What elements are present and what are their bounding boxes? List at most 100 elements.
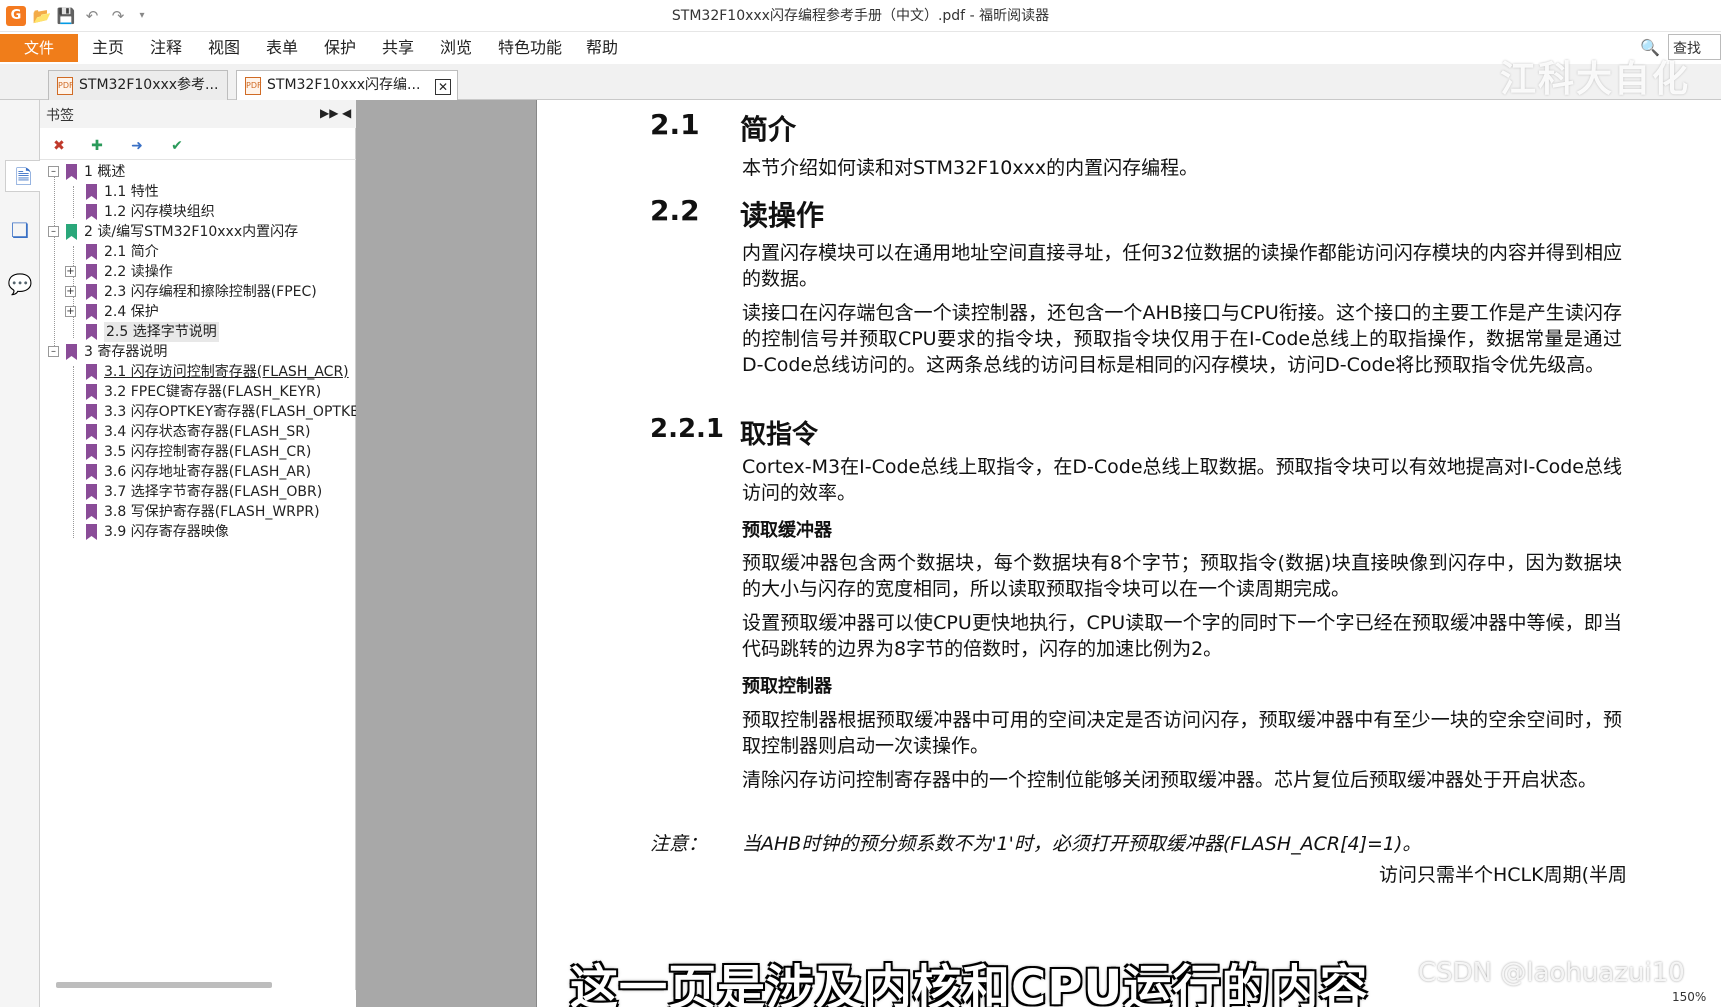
menu-view[interactable]: 视图 <box>208 34 240 62</box>
comments-panel-icon[interactable]: 💬 <box>5 268 35 300</box>
bookmark-label: 2.1 简介 <box>104 244 159 260</box>
expand-toggle[interactable]: + <box>65 266 76 277</box>
paragraph-fragment: 访问只需半个HCLK周期(半周 <box>1378 864 1627 886</box>
bookmark-icon <box>86 504 97 520</box>
collapse-toggle[interactable]: – <box>48 166 59 177</box>
section-title: 简介 <box>740 113 797 146</box>
expand-panel-icon[interactable]: ▶▶ <box>320 106 338 120</box>
expand-toggle[interactable]: + <box>65 306 76 317</box>
note-label: 注意： <box>650 833 708 855</box>
bookmark-icon <box>86 524 97 540</box>
menu-home[interactable]: 主页 <box>92 34 124 62</box>
pdf-page: 2.1 简介 本节介绍如何读和对STM32F10xxx的内置闪存编程。 2.2 … <box>536 100 1721 1007</box>
tree-connector <box>73 186 74 218</box>
bookmark-label: 3.1 闪存访问控制寄存器(FLASH_ACR) <box>104 364 349 380</box>
menu-comment[interactable]: 注释 <box>150 34 182 62</box>
bookmark-label: 3.5 闪存控制寄存器(FLASH_CR) <box>104 444 312 460</box>
bookmark-icon <box>86 444 97 460</box>
close-tab-icon[interactable]: ✕ <box>435 79 451 95</box>
bookmark-label: 2.2 读操作 <box>104 264 173 280</box>
menu-help[interactable]: 帮助 <box>586 34 618 62</box>
bookmark-label: 2 读/编写STM32F10xxx内置闪存 <box>84 224 299 240</box>
menu-file[interactable]: 文件 <box>0 34 78 62</box>
video-subtitle: 这一页是涉及内核和CPU运行的内容 <box>570 960 1369 1007</box>
move-bookmark-icon[interactable]: ➜ <box>126 135 148 157</box>
bookmark-label: 3.7 选择字节寄存器(FLASH_OBR) <box>104 484 323 500</box>
menu-features[interactable]: 特色功能 <box>498 34 562 62</box>
bookmark-icon <box>86 244 97 260</box>
bookmark-icon <box>86 464 97 480</box>
paragraph: 预取缓冲器包含两个数据块，每个数据块有8个字节；预取指令(数据)块直接映像到闪存… <box>742 552 1622 600</box>
title-bar: G 📂 💾 ↶ ↷ ▾ STM32F10xxx闪存编程参考手册（中文）.pdf … <box>0 0 1721 32</box>
section-number: 2.2 <box>650 194 700 227</box>
navigation-sidebar: 🗎 ❏ 💬 <box>0 100 41 1007</box>
bookmark-panel: 书签 ▶▶ ◀ ✖ ✚ ➜ ✔ – 1 概述 1.1 特性 1.2 闪存模块组织… <box>40 100 383 990</box>
bookmark-icon-current <box>66 224 77 240</box>
bookmark-label: 3.2 FPEC键寄存器(FLASH_KEYR) <box>104 384 322 400</box>
bookmark-icon <box>86 184 97 200</box>
menu-browse[interactable]: 浏览 <box>440 34 472 62</box>
section-title: 取指令 <box>740 420 819 450</box>
bookmark-icon <box>86 404 97 420</box>
bookmark-icon <box>66 164 77 180</box>
bookmark-icon <box>86 204 97 220</box>
tab-label: STM32F10xxx参考... <box>79 77 219 93</box>
bookmark-label: 2.5 选择字节说明 <box>104 322 219 342</box>
paragraph: 内置闪存模块可以在通用地址空间直接寻址，任何32位数据的读操作都能访问闪存模块的… <box>742 242 1622 290</box>
csdn-watermark: CSDN @laohuazui10 <box>1418 958 1685 988</box>
menu-share[interactable]: 共享 <box>382 34 414 62</box>
bookmark-icon <box>86 484 97 500</box>
bookmark-toolbar: ✖ ✚ ➜ ✔ <box>40 130 356 160</box>
tree-connector <box>73 366 74 538</box>
expand-toggle[interactable]: + <box>65 286 76 297</box>
bookmark-label: 2.4 保护 <box>104 304 159 320</box>
bookmark-label: 3.8 写保护寄存器(FLASH_WRPR) <box>104 504 320 520</box>
window-title: STM32F10xxx闪存编程参考手册（中文）.pdf - 福昕阅读器 <box>671 8 1050 24</box>
bookmark-label: 1.2 闪存模块组织 <box>104 204 215 220</box>
paragraph: 预取控制器根据预取缓冲器中可用的空间决定是否访问闪存，预取缓冲器中有至少一块的空… <box>742 709 1622 757</box>
zoom-level[interactable]: 150% <box>1672 990 1706 1004</box>
pdf-file-icon: PDF <box>245 77 262 95</box>
bookmark-label: 1 概述 <box>84 164 126 180</box>
document-background <box>356 100 718 1007</box>
bookmark-label: 3.9 闪存寄存器映像 <box>104 524 229 540</box>
bookmark-icon <box>86 264 97 280</box>
pages-panel-icon[interactable]: ❏ <box>5 214 35 246</box>
tab-reference-manual[interactable]: PDF STM32F10xxx参考... <box>48 70 228 100</box>
subsection-heading: 预取缓冲器 <box>742 520 832 541</box>
section-number: 2.2.1 <box>650 414 725 444</box>
delete-bookmark-icon[interactable]: ✖ <box>48 135 70 157</box>
bookmark-label: 3 寄存器说明 <box>84 344 168 360</box>
horizontal-scrollbar[interactable] <box>56 982 272 988</box>
bookmark-label: 3.6 闪存地址寄存器(FLASH_AR) <box>104 464 312 480</box>
section-number: 2.1 <box>650 108 700 141</box>
paragraph: 读接口在闪存端包含一个读控制器，还包含一个AHB接口与CPU衔接。这个接口的主要… <box>742 302 1622 376</box>
add-bookmark-icon[interactable]: ✚ <box>86 135 108 157</box>
bookmark-panel-header: 书签 ▶▶ ◀ <box>40 100 356 128</box>
bookmark-icon <box>86 424 97 440</box>
paragraph: 清除闪存访问控制寄存器中的一个控制位能够关闭预取缓冲器。芯片复位后预取缓冲器处于… <box>742 769 1598 791</box>
bookmark-icon <box>66 344 77 360</box>
bookmark-icon <box>86 304 97 320</box>
tree-connector <box>54 176 55 356</box>
menu-protect[interactable]: 保护 <box>324 34 356 62</box>
bookmark-panel-title: 书签 <box>46 108 74 124</box>
bookmark-icon <box>86 384 97 400</box>
collapse-toggle[interactable]: – <box>48 346 59 357</box>
section-title: 读操作 <box>740 199 825 232</box>
ribbon-menu: 文件 主页 注释 视图 表单 保护 共享 浏览 特色功能 帮助 <box>0 32 1721 64</box>
tab-flash-programming-manual[interactable]: PDF STM32F10xxx闪存编... ✕ <box>236 70 458 101</box>
bookmark-label: 2.3 闪存编程和擦除控制器(FPEC) <box>104 284 317 300</box>
expand-current-bookmark-icon[interactable]: ✔ <box>166 135 188 157</box>
paragraph: 本节介绍如何读和对STM32F10xxx的内置闪存编程。 <box>742 157 1199 179</box>
note-text: 当AHB时钟的预分频系数不为'1'时，必须打开预取缓冲器(FLASH_ACR[4… <box>742 833 1422 855</box>
bookmark-label: 1.1 特性 <box>104 184 159 200</box>
bookmark-icon <box>86 364 97 380</box>
menu-form[interactable]: 表单 <box>266 34 298 62</box>
tab-label: STM32F10xxx闪存编... <box>267 77 421 93</box>
collapse-toggle[interactable]: – <box>48 226 59 237</box>
collapse-panel-icon[interactable]: ◀ <box>342 106 351 120</box>
bookmarks-panel-icon[interactable]: 🗎 <box>5 160 41 192</box>
bookmark-label: 3.4 闪存状态寄存器(FLASH_SR) <box>104 424 311 440</box>
pdf-file-icon: PDF <box>57 77 74 95</box>
